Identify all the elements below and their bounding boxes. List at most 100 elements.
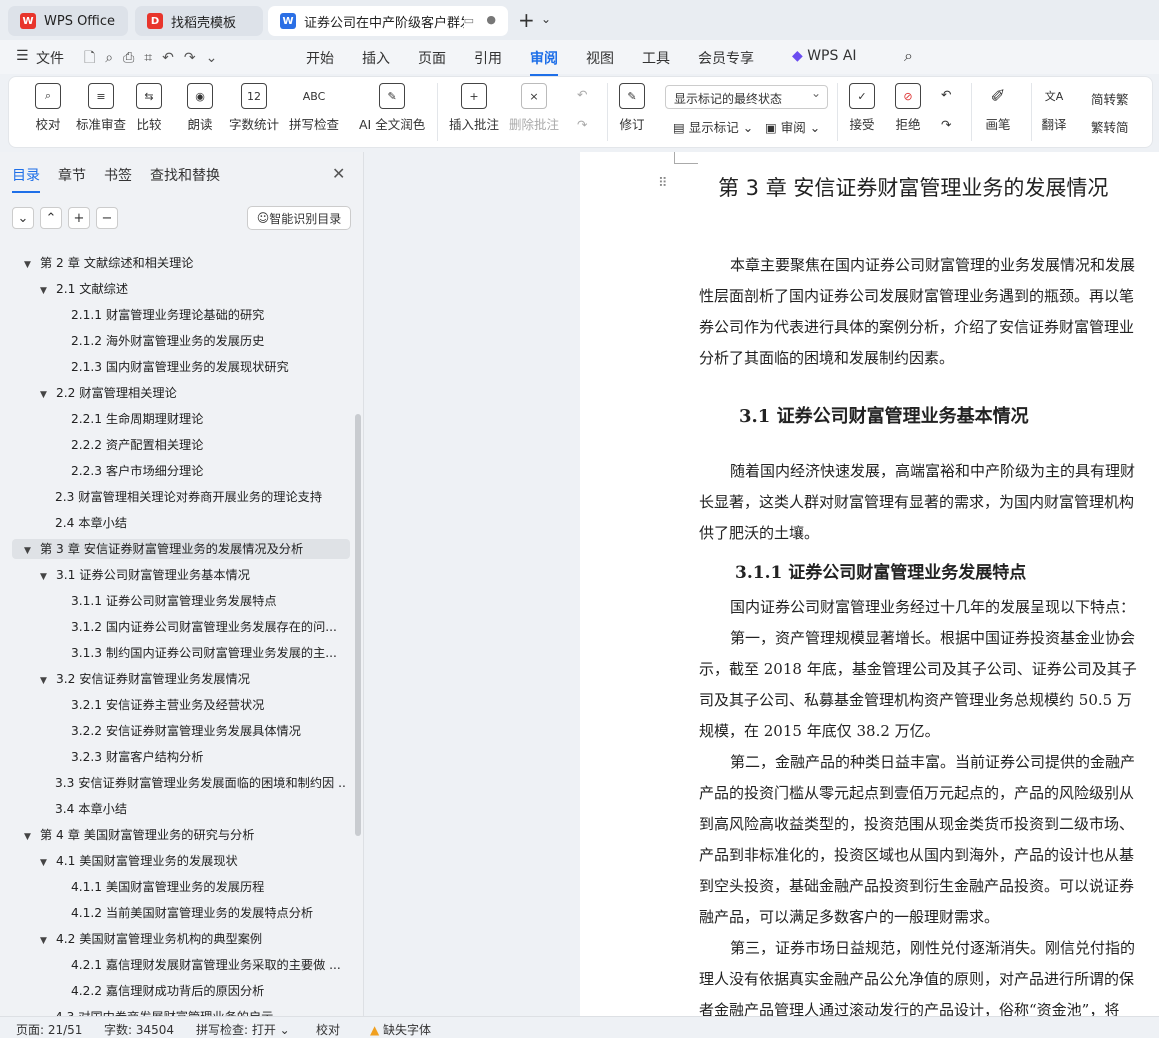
- tab-toc[interactable]: 目录: [12, 165, 40, 193]
- expand-arrow-icon[interactable]: ▼: [24, 255, 40, 273]
- review-pane-button[interactable]: ▣ 审阅 ⌄: [765, 117, 820, 136]
- compare-button[interactable]: ⇆ 比较: [136, 83, 162, 133]
- expand-arrow-icon[interactable]: ▼: [24, 541, 40, 559]
- remove-heading-button[interactable]: −: [96, 207, 118, 229]
- toc-item[interactable]: 4.1.2 当前美国财富管理业务的发展特点分析: [71, 903, 345, 923]
- insert-comment-button[interactable]: + 插入批注: [449, 83, 499, 133]
- tab-find-replace[interactable]: 查找和替换: [150, 165, 220, 185]
- expand-arrow-icon[interactable]: ▼: [40, 385, 56, 403]
- chevron-down-icon[interactable]: ⌄: [541, 12, 551, 26]
- compare-icon: ⇆: [136, 83, 162, 109]
- ai-polish-button[interactable]: ✎ AI 全文润色: [359, 83, 425, 133]
- smart-toc-button[interactable]: ☺ 智能识别目录: [247, 206, 351, 230]
- add-heading-button[interactable]: +: [68, 207, 90, 229]
- menu-home[interactable]: 开始: [306, 48, 334, 68]
- menu-wps-ai[interactable]: ◆ WPS AI: [792, 48, 857, 64]
- expand-up-button[interactable]: ⌃: [40, 207, 62, 229]
- toc-item[interactable]: 3.1.3 制约国内证券公司财富管理业务发展的主...: [71, 643, 345, 663]
- missing-font-indicator[interactable]: ▲ 缺失字体: [370, 1021, 431, 1038]
- toc-item[interactable]: 2.3 财富管理相关理论对券商开展业务的理论支持: [55, 487, 345, 507]
- expand-arrow-icon[interactable]: ▼: [24, 827, 40, 845]
- search-icon[interactable]: ⌕: [904, 46, 913, 66]
- proofread-indicator[interactable]: 校对: [316, 1021, 340, 1038]
- expand-arrow-icon[interactable]: ▼: [40, 281, 56, 299]
- toc-item[interactable]: 3.1.2 国内证券公司财富管理业务发展存在的问...: [71, 617, 345, 637]
- toc-item[interactable]: ▼ 4.1 美国财富管理业务的发展现状: [40, 851, 345, 871]
- toc-item[interactable]: 3.3 安信证券财富管理业务发展面临的困境和制约因 ...: [55, 773, 345, 793]
- toc-item[interactable]: 3.2.2 安信证券财富管理业务发展具体情况: [71, 721, 345, 741]
- toc-item[interactable]: 2.2.2 资产配置相关理论: [71, 435, 345, 455]
- toc-item[interactable]: 3.1.1 证券公司财富管理业务发展特点: [71, 591, 345, 611]
- expand-arrow-icon[interactable]: ▼: [40, 853, 56, 871]
- toc-item[interactable]: 4.2.1 嘉信理财发展财富管理业务采取的主要做 ...: [71, 955, 345, 975]
- translate-button[interactable]: 文A 翻译: [1041, 83, 1067, 133]
- menu-member[interactable]: 会员专享: [698, 48, 754, 68]
- sidebar-scrollbar[interactable]: [355, 414, 361, 836]
- next-change-icon[interactable]: ↷: [941, 117, 951, 132]
- simplified-to-traditional-button[interactable]: 简转繁: [1091, 89, 1129, 108]
- reject-button[interactable]: ⊘ 拒绝: [895, 83, 921, 133]
- unsaved-dot-icon[interactable]: ●: [486, 13, 496, 26]
- quick-access-toolbar[interactable]: 🗋⌕⎙⌗↶↷⌄: [84, 47, 227, 71]
- menu-references[interactable]: 引用: [474, 48, 502, 68]
- toc-item[interactable]: 2.1.2 海外财富管理业务的发展历史: [71, 331, 345, 351]
- toc-item[interactable]: ▼ 第 4 章 美国财富管理业务的研究与分析: [24, 825, 345, 845]
- pen-button[interactable]: ✐ 画笔: [985, 83, 1011, 133]
- previous-change-icon[interactable]: ↶: [941, 87, 951, 102]
- next-comment-icon[interactable]: ↷: [577, 117, 587, 132]
- page-indicator[interactable]: 页面: 21/51: [16, 1021, 82, 1038]
- toc-item[interactable]: 3.4 本章小结: [55, 799, 345, 819]
- new-tab-icon[interactable]: +: [518, 8, 535, 32]
- toc-item[interactable]: 2.1.3 国内财富管理业务的发展现状研究: [71, 357, 345, 377]
- markup-mode-select[interactable]: 显示标记的最终状态: [665, 85, 828, 109]
- toc-item[interactable]: ▼ 4.2 美国财富管理业务机构的典型案例: [40, 929, 345, 949]
- tab-bookmarks[interactable]: 书签: [104, 165, 132, 185]
- menu-file[interactable]: 文件: [36, 48, 64, 68]
- monitor-icon[interactable]: ▭: [464, 14, 474, 27]
- drag-handle-icon[interactable]: ⠿: [658, 176, 668, 191]
- show-markup-button[interactable]: ▤ 显示标记 ⌄: [673, 117, 753, 136]
- toc-item[interactable]: 2.1.1 财富管理业务理论基础的研究: [71, 305, 345, 325]
- menu-tools[interactable]: 工具: [642, 48, 670, 68]
- close-icon[interactable]: ✕: [332, 164, 345, 183]
- toc-item[interactable]: 2.4 本章小结: [55, 513, 345, 533]
- menu-insert[interactable]: 插入: [362, 48, 390, 68]
- toc-item[interactable]: ▼ 第 2 章 文献综述和相关理论: [24, 253, 345, 273]
- toc-item[interactable]: ▼ 2.1 文献综述: [40, 279, 345, 299]
- toc-item[interactable]: 4.1.1 美国财富管理业务的发展历程: [71, 877, 345, 897]
- expand-arrow-icon[interactable]: ▼: [40, 567, 56, 585]
- delete-comment-button[interactable]: × 删除批注: [509, 83, 559, 133]
- toc-item[interactable]: 3.2.1 安信证券主营业务及经营状况: [71, 695, 345, 715]
- word-count-button[interactable]: 12 字数统计: [229, 83, 279, 133]
- expand-arrow-icon[interactable]: ▼: [40, 671, 56, 689]
- menu-view[interactable]: 视图: [586, 48, 614, 68]
- spell-check-button[interactable]: ABC 拼写检查: [289, 83, 339, 133]
- collapse-all-button[interactable]: ⌄: [12, 207, 34, 229]
- tab-current-document[interactable]: W 证券公司在中产阶级客户群发展 ▭ ●: [268, 6, 508, 36]
- toc-item[interactable]: ▼ 3.1 证券公司财富管理业务基本情况: [40, 565, 345, 585]
- toc-item[interactable]: 3.2.3 财富客户结构分析: [71, 747, 345, 767]
- toc-item[interactable]: 4.2.2 嘉信理财成功背后的原因分析: [71, 981, 345, 1001]
- menu-page[interactable]: 页面: [418, 48, 446, 68]
- previous-comment-icon[interactable]: ↶: [577, 87, 587, 102]
- proofread-button[interactable]: ⌕ 校对: [35, 83, 61, 133]
- standard-review-button[interactable]: ≡ 标准审查: [76, 83, 126, 133]
- toc-item[interactable]: ▼ 3.2 安信证券财富管理业务发展情况: [40, 669, 345, 689]
- read-aloud-button[interactable]: ◉ 朗读: [187, 83, 213, 133]
- traditional-to-simplified-button[interactable]: 繁转简: [1091, 117, 1129, 136]
- tab-chapters[interactable]: 章节: [58, 165, 86, 185]
- accept-button[interactable]: ✓ 接受: [849, 83, 875, 133]
- menu-review[interactable]: 审阅: [530, 48, 558, 76]
- toc-item[interactable]: 2.2.1 生命周期理财理论: [71, 409, 345, 429]
- spell-check-indicator[interactable]: 拼写检查: 打开 ⌄: [196, 1021, 290, 1038]
- tab-wps-office[interactable]: W WPS Office: [8, 6, 128, 36]
- hamburger-icon[interactable]: ☰: [16, 48, 29, 64]
- toc-item[interactable]: ▼ 第 3 章 安信证券财富管理业务的发展情况及分析: [12, 539, 350, 559]
- track-changes-button[interactable]: ✎ 修订: [619, 83, 645, 133]
- toc-item[interactable]: 2.2.3 客户市场细分理论: [71, 461, 345, 481]
- expand-arrow-icon[interactable]: ▼: [40, 931, 56, 949]
- toc-item[interactable]: ▼ 2.2 财富管理相关理论: [40, 383, 345, 403]
- word-count-indicator[interactable]: 字数: 34504: [104, 1021, 174, 1038]
- document-page[interactable]: ⠿ 第 3 章 安信证券财富管理业务的发展情况 本章主要聚焦在国内证券公司财富管…: [580, 152, 1159, 1016]
- tab-docer-templates[interactable]: D 找稻壳模板: [135, 6, 263, 36]
